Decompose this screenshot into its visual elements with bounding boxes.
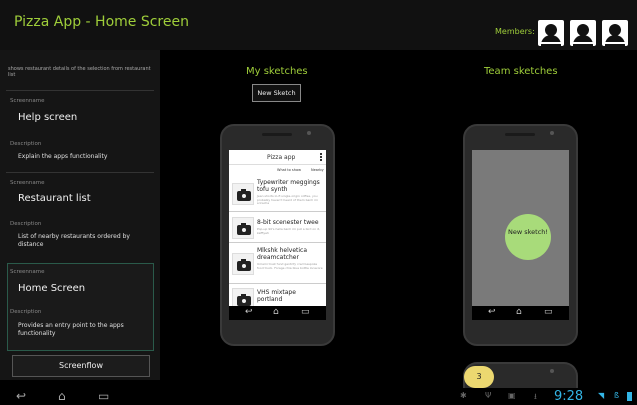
list-item-subtitle: Jean shorts lo-fi single-origin coffee, … xyxy=(257,194,318,205)
phone-nav-bar: ↩ ⌂ ▭ xyxy=(229,306,326,320)
list-item-title: VHS mixtape portland xyxy=(257,289,296,303)
page-title: Pizza App - Home Screen xyxy=(14,14,189,30)
screenflow-button[interactable]: Screenflow xyxy=(12,355,150,377)
list-item[interactable]: Typewriter meggings tofu synth Jean shor… xyxy=(229,176,326,212)
list-item-subtitle: Umami trust fund gentrify cred bespoke f… xyxy=(257,262,323,270)
sketch-screen[interactable]: Pizza app What to show Nearby Typewriter… xyxy=(229,150,326,306)
description-label: Description xyxy=(10,141,42,147)
screen-entry-description: Explain the apps functionality xyxy=(18,153,108,160)
team-sketch-phone[interactable]: New sketch! ↩ ⌂ ▭ xyxy=(463,124,578,346)
download-icon: ⭳ xyxy=(534,392,537,401)
battery-icon xyxy=(627,392,632,401)
member-avatar-icon[interactable] xyxy=(570,20,596,46)
description-label: Description xyxy=(10,221,42,227)
camera-icon xyxy=(232,288,254,306)
action-bar: Pizza App - Home Screen Members: xyxy=(0,0,637,50)
screen-entry-description: List of nearby restaurants ordered by di… xyxy=(18,233,130,248)
system-home-icon[interactable]: ⌂ xyxy=(58,388,66,404)
bluetooth-icon: ß xyxy=(614,391,620,400)
new-sketch-button[interactable]: New Sketch xyxy=(252,84,301,102)
screen-entry-help[interactable]: Help screen xyxy=(18,112,77,123)
my-sketches-title: My sketches xyxy=(246,66,308,77)
members-label: Members: xyxy=(495,27,535,36)
status-clock: 9:28 xyxy=(554,389,584,404)
system-back-icon[interactable]: ↩ xyxy=(16,388,26,404)
team-sketch-screen[interactable]: New sketch! xyxy=(472,150,569,306)
member-avatar-icon[interactable] xyxy=(538,20,564,46)
phone-earpiece xyxy=(262,133,292,136)
back-icon[interactable]: ↩ xyxy=(488,307,496,317)
phone-camera xyxy=(307,131,311,135)
system-bar: ↩ ⌂ ▭ ✱ Ψ ▣ ⭳ 9:28 ◥ ß xyxy=(0,388,637,405)
screenname-label: Screenname xyxy=(10,98,45,104)
back-icon[interactable]: ↩ xyxy=(245,307,253,317)
recents-icon[interactable]: ▭ xyxy=(301,307,310,317)
home-icon[interactable]: ⌂ xyxy=(516,307,522,317)
list-item-title: Mlkshk helvetica dreamcatcher xyxy=(257,247,308,261)
divider xyxy=(6,172,154,173)
system-recents-icon[interactable]: ▭ xyxy=(98,388,109,404)
list-item[interactable]: Mlkshk helvetica dreamcatcher Umami trus… xyxy=(229,244,326,284)
list-item[interactable]: VHS mixtape portland xyxy=(229,285,326,306)
divider xyxy=(6,90,154,91)
sketch-tabs: What to show Nearby xyxy=(229,166,326,176)
sketch-action-bar: Pizza app xyxy=(229,150,326,165)
tab-nearby[interactable]: Nearby xyxy=(311,168,324,172)
description-label: Description xyxy=(10,309,42,315)
camera-icon xyxy=(232,183,254,205)
phone-nav-bar: ↩ ⌂ ▭ xyxy=(472,306,569,320)
image-icon: ▣ xyxy=(508,391,516,400)
tab-what-to-show[interactable]: What to show xyxy=(277,168,301,172)
member-avatar-icon[interactable] xyxy=(602,20,628,46)
recents-icon[interactable]: ▭ xyxy=(544,307,553,317)
wifi-icon: ◥ xyxy=(598,391,605,400)
new-team-sketch-button[interactable]: New sketch! xyxy=(505,214,551,260)
list-item-title: Typewriter meggings tofu synth xyxy=(257,179,320,193)
screen-entry-restaurant-list[interactable]: Restaurant list xyxy=(18,193,91,204)
android-icon: ✱ xyxy=(460,391,467,400)
top-description: shows restaurant details of the selectio… xyxy=(8,66,151,78)
screenname-label: Screenname xyxy=(10,180,45,186)
phone-earpiece xyxy=(505,133,535,136)
screen-entry-description: Provides an entry point to the apps func… xyxy=(18,322,124,337)
sketch-app-title: Pizza app xyxy=(267,154,296,161)
list-item-title: 8-bit scenester twee xyxy=(257,219,319,226)
phone-camera xyxy=(550,131,554,135)
home-icon[interactable]: ⌂ xyxy=(273,307,279,317)
sketch-count-badge: 3 xyxy=(464,366,494,388)
list-item[interactable]: 8-bit scenester twee Pop-up 90's hella b… xyxy=(229,213,326,243)
phone-camera xyxy=(550,369,554,373)
screen-list-panel[interactable]: shows restaurant details of the selectio… xyxy=(0,50,160,380)
screen-entry-home[interactable]: Home Screen xyxy=(18,283,85,294)
overflow-menu-icon[interactable] xyxy=(320,153,322,162)
team-sketches-title: Team sketches xyxy=(484,66,558,77)
my-sketch-phone[interactable]: Pizza app What to show Nearby Typewriter… xyxy=(220,124,335,346)
camera-icon xyxy=(232,253,254,275)
list-item-subtitle: Pop-up 90's hella banh mi put a bird on … xyxy=(257,227,321,235)
camera-icon xyxy=(232,217,254,239)
screenname-label: Screenname xyxy=(10,269,45,275)
usb-icon: Ψ xyxy=(485,391,492,400)
